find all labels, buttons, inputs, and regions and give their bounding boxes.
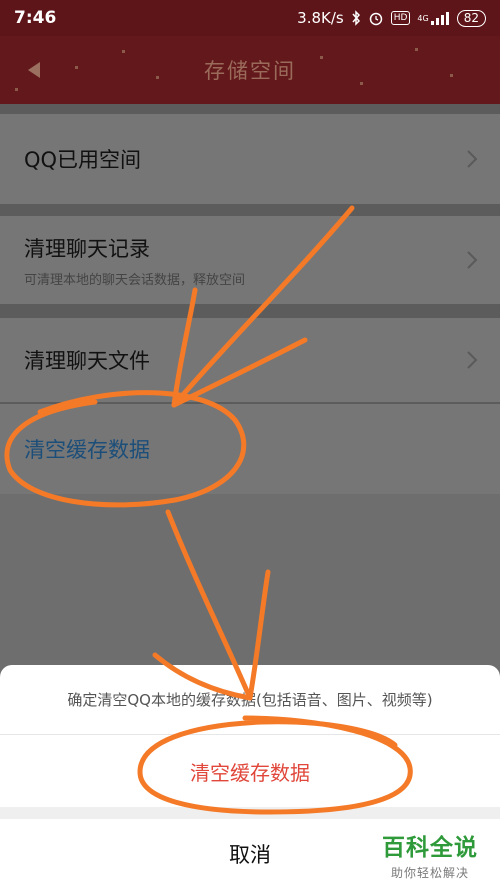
confetti-decoration — [156, 76, 159, 79]
list-divider — [0, 204, 500, 216]
chevron-right-icon — [467, 351, 478, 369]
signal-icon: 4G — [417, 11, 449, 25]
bluetooth-icon — [351, 10, 361, 26]
list-item-clean-chat-records[interactable]: 清理聊天记录 可清理本地的聊天会话数据，释放空间 — [0, 216, 500, 304]
network-speed: 3.8K/s — [297, 9, 344, 27]
confetti-decoration — [320, 56, 323, 59]
page-title: 存储空间 — [204, 59, 296, 83]
confetti-decoration — [75, 66, 78, 69]
chevron-right-icon — [467, 150, 478, 168]
alarm-icon — [368, 10, 384, 26]
status-bar: 7:46 3.8K/s HD 4G 82 — [0, 0, 500, 36]
list-item-label: QQ已用空间 — [24, 148, 142, 172]
status-time: 7:46 — [14, 8, 57, 28]
title-bar: 存储空间 — [0, 36, 500, 104]
back-arrow-icon[interactable] — [22, 58, 46, 82]
hd-icon: HD — [390, 11, 411, 25]
watermark-logo: 百科全说 助你轻松解决 — [370, 828, 490, 881]
confetti-decoration — [360, 82, 363, 85]
watermark-subtitle: 助你轻松解决 — [390, 866, 469, 880]
confetti-decoration — [122, 50, 125, 53]
list-item-label: 清理聊天文件 — [24, 349, 150, 373]
clear-cache-confirm-button[interactable]: 清空缓存数据 — [0, 735, 500, 807]
confetti-decoration — [15, 88, 18, 91]
list-divider — [0, 104, 500, 114]
clear-cache-link: 清空缓存数据 — [24, 438, 150, 462]
chevron-right-icon — [467, 251, 478, 269]
status-indicators: 3.8K/s HD 4G 82 — [297, 9, 486, 27]
network-type: 4G — [417, 13, 429, 23]
list-divider — [0, 304, 500, 318]
storage-settings-list: QQ已用空间 清理聊天记录 可清理本地的聊天会话数据，释放空间 清理聊天文件 清… — [0, 104, 500, 494]
list-item-clean-chat-files[interactable]: 清理聊天文件 — [0, 318, 500, 402]
list-item-sublabel: 可清理本地的聊天会话数据，释放空间 — [24, 272, 246, 288]
watermark-title: 百科全说 — [382, 835, 478, 861]
confetti-decoration — [450, 74, 453, 77]
confetti-decoration — [415, 48, 418, 51]
sheet-message: 确定清空QQ本地的缓存数据(包括语音、图片、视频等) — [0, 665, 500, 735]
list-item-label: 清理聊天记录 — [24, 236, 150, 261]
battery-icon: 82 — [456, 9, 486, 27]
list-item-qq-used-space[interactable]: QQ已用空间 — [0, 114, 500, 204]
sheet-divider — [0, 807, 500, 819]
list-item-clear-cache[interactable]: 清空缓存数据 — [0, 404, 500, 494]
